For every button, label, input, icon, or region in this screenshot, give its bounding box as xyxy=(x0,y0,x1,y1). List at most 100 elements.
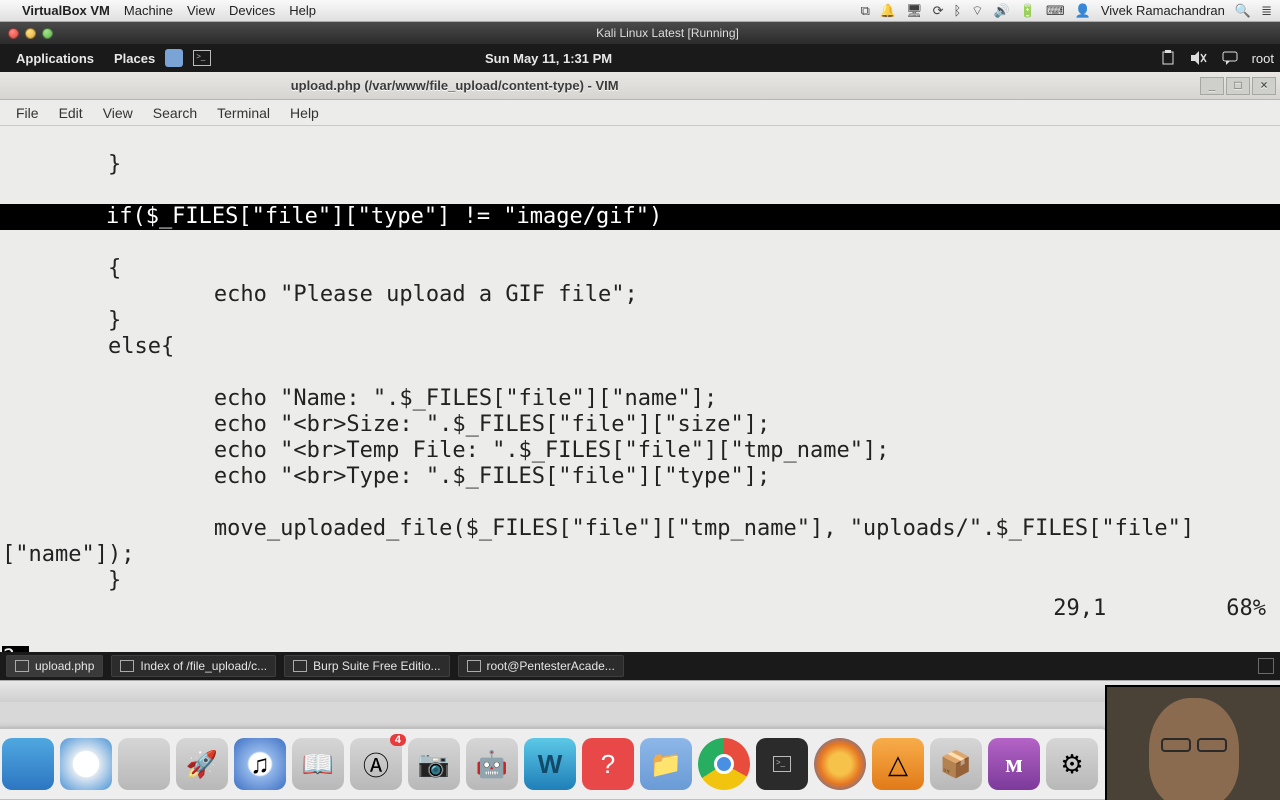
dock-iphoto-icon[interactable]: 📷 xyxy=(408,738,460,790)
app-menu[interactable]: VirtualBox VM xyxy=(22,3,110,18)
clipboard-icon[interactable] xyxy=(1160,50,1176,66)
menu-devices[interactable]: Devices xyxy=(229,3,275,18)
battery-icon[interactable]: 🔋 xyxy=(1020,3,1036,19)
macos-menubar: VirtualBox VM Machine View Devices Help … xyxy=(0,0,1280,22)
user-avatar-icon[interactable]: 👤 xyxy=(1075,3,1091,19)
dock-itunes-icon[interactable]: ♫ xyxy=(234,738,286,790)
places-menu[interactable]: Places xyxy=(104,51,165,66)
webcam-overlay xyxy=(1105,685,1280,800)
dock-safari-icon[interactable] xyxy=(60,738,112,790)
clock[interactable]: Sun May 11, 1:31 PM xyxy=(485,51,612,66)
term-menu-help[interactable]: Help xyxy=(280,105,329,121)
code-line: echo "<br>Type: ".$_FILES["file"]["type"… xyxy=(0,464,770,489)
wifi-icon[interactable]: ⌔ xyxy=(971,3,983,19)
term-menu-edit[interactable]: Edit xyxy=(49,105,93,121)
code-line xyxy=(0,178,15,203)
dock-automator-icon[interactable]: 🤖 xyxy=(466,738,518,790)
vim-editor[interactable]: } if($_FILES["file"]["type"] != "image/g… xyxy=(0,126,1280,652)
dock-ibooks-icon[interactable]: 📖 xyxy=(292,738,344,790)
volume-icon[interactable]: 🔊 xyxy=(994,3,1010,19)
dock-folder-icon[interactable]: 📁 xyxy=(640,738,692,790)
zoom-icon[interactable] xyxy=(42,28,53,39)
dock-finder-icon[interactable] xyxy=(2,738,54,790)
dock-virtualbox-icon[interactable]: 📦 xyxy=(930,738,982,790)
code-line: move_uploaded_file($_FILES["file"]["tmp_… xyxy=(0,516,1194,541)
task-label: upload.php xyxy=(35,659,94,673)
vm-title: Kali Linux Latest [Running] xyxy=(596,26,739,40)
task-index-of[interactable]: Index of /file_upload/c... xyxy=(111,655,276,677)
code-line: { xyxy=(0,256,121,281)
dock-utility-icon[interactable]: ⚙ xyxy=(1046,738,1098,790)
dock-wireshark-icon[interactable]: W xyxy=(524,738,576,790)
window-maximize-button[interactable]: □ xyxy=(1226,77,1250,95)
dock-launchpad-icon[interactable]: 🚀 xyxy=(176,738,228,790)
code-line: } xyxy=(0,308,121,333)
dock-mamp-icon[interactable]: ᴍ xyxy=(988,738,1040,790)
menu-help[interactable]: Help xyxy=(289,3,316,18)
code-line: ?> xyxy=(0,646,29,652)
terminal-window-titlebar: upload.php (/var/www/file_upload/content… xyxy=(0,72,1280,100)
code-line xyxy=(0,490,15,515)
chat-icon[interactable] xyxy=(1222,50,1238,66)
volume-muted-icon[interactable] xyxy=(1190,50,1208,66)
term-menu-file[interactable]: File xyxy=(6,105,49,121)
spotlight-icon[interactable]: 🔍 xyxy=(1235,3,1251,19)
dock-firefox-icon[interactable] xyxy=(814,738,866,790)
code-line: echo "<br>Temp File: ".$_FILES["file"]["… xyxy=(0,438,889,463)
dock-unknown-app-icon[interactable]: ? xyxy=(582,738,634,790)
term-menu-view[interactable]: View xyxy=(93,105,143,121)
gnome-top-bar: Applications Places Sun May 11, 1:31 PM … xyxy=(0,44,1280,72)
sync-icon[interactable]: ⟳ xyxy=(933,3,944,19)
session-user[interactable]: root xyxy=(1252,51,1274,66)
app-icon xyxy=(293,660,307,672)
code-line: } xyxy=(0,568,121,593)
menu-extras-icon[interactable]: ≣ xyxy=(1261,3,1272,19)
code-line: echo "<br>Size: ".$_FILES["file"]["size"… xyxy=(0,412,770,437)
term-menu-search[interactable]: Search xyxy=(143,105,207,121)
task-upload-php[interactable]: upload.php xyxy=(6,655,103,677)
vim-status-line: 29,1 68% xyxy=(1000,570,1266,648)
code-line xyxy=(0,594,15,619)
task-label: root@PentesterAcade... xyxy=(487,659,615,673)
terminal-launcher-icon[interactable] xyxy=(193,50,211,66)
bluetooth-icon[interactable]: ᛒ xyxy=(953,3,961,18)
notification-icon[interactable]: 🔔 xyxy=(880,3,896,19)
terminal-icon xyxy=(15,660,29,672)
macos-dock: 🚀 ♫ 📖 Ⓐ 📷 🤖 W ? 📁 △ 📦 ᴍ ⚙ xyxy=(0,728,1100,800)
code-line xyxy=(0,620,15,645)
dock-missioncontrol-icon[interactable] xyxy=(118,738,170,790)
workspace-switcher-icon[interactable] xyxy=(1258,658,1274,674)
kali-logo-icon[interactable] xyxy=(165,49,183,67)
terminal-window-title: upload.php (/var/www/file_upload/content… xyxy=(291,78,619,93)
code-line: } xyxy=(0,152,121,177)
vm-window-titlebar: Kali Linux Latest [Running] xyxy=(0,22,1280,44)
menu-machine[interactable]: Machine xyxy=(124,3,173,18)
browser-icon xyxy=(120,660,134,672)
code-line: ["name"]); xyxy=(0,542,134,567)
user-name[interactable]: Vivek Ramachandran xyxy=(1101,3,1225,18)
display-icon[interactable]: 🖥 xyxy=(906,3,923,19)
dock-chrome-icon[interactable] xyxy=(698,738,750,790)
dock-terminal-icon[interactable] xyxy=(756,738,808,790)
screencast-icon[interactable]: ⧉ xyxy=(861,3,870,19)
terminal-menu-bar: File Edit View Search Terminal Help xyxy=(0,100,1280,126)
window-close-button[interactable]: × xyxy=(1252,77,1276,95)
vim-scroll-pct: 68% xyxy=(1226,596,1266,621)
vim-cursor-pos: 29,1 xyxy=(1053,596,1106,621)
menu-view[interactable]: View xyxy=(187,3,215,18)
code-line: else{ xyxy=(0,334,174,359)
dock-appstore-icon[interactable]: Ⓐ xyxy=(350,738,402,790)
task-burp-suite[interactable]: Burp Suite Free Editio... xyxy=(284,655,449,677)
task-root-terminal[interactable]: root@PentesterAcade... xyxy=(458,655,624,677)
task-label: Burp Suite Free Editio... xyxy=(313,659,440,673)
task-label: Index of /file_upload/c... xyxy=(140,659,267,673)
minimize-icon[interactable] xyxy=(25,28,36,39)
applications-menu[interactable]: Applications xyxy=(6,51,104,66)
term-menu-terminal[interactable]: Terminal xyxy=(207,105,280,121)
window-minimize-button[interactable]: _ xyxy=(1200,77,1224,95)
keyboard-icon[interactable]: ⌨ xyxy=(1046,3,1065,19)
terminal-icon xyxy=(467,660,481,672)
gnome-taskbar: upload.php Index of /file_upload/c... Bu… xyxy=(0,652,1280,680)
close-icon[interactable] xyxy=(8,28,19,39)
dock-vlc-icon[interactable]: △ xyxy=(872,738,924,790)
